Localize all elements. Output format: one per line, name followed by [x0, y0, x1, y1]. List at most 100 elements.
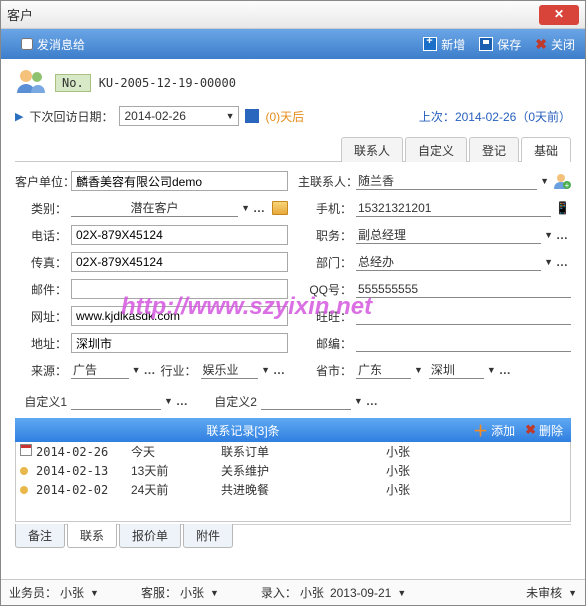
- industry-dd[interactable]: ▼: [261, 365, 270, 375]
- custom1-field[interactable]: [71, 392, 161, 410]
- tab-basic[interactable]: 基础: [521, 137, 571, 162]
- dot-icon: [20, 486, 28, 494]
- custom1-dd[interactable]: ▼: [164, 396, 173, 406]
- new-icon: [423, 37, 437, 51]
- row-rel: 13天前: [131, 462, 221, 479]
- save-date-icon[interactable]: [245, 109, 259, 123]
- custom2-field[interactable]: [261, 392, 351, 410]
- review-dd[interactable]: ▼: [568, 588, 577, 598]
- phone-icon[interactable]: [555, 201, 571, 215]
- review-seg: 未审核▼: [526, 584, 577, 601]
- custom2-dd[interactable]: ▼: [354, 396, 363, 406]
- new-button[interactable]: 新增: [423, 36, 465, 53]
- ww-field[interactable]: [356, 307, 571, 325]
- folder-icon[interactable]: [272, 201, 288, 215]
- close-button[interactable]: ✖关闭: [535, 36, 575, 53]
- company-label: 客户单位：: [15, 173, 71, 190]
- table-row[interactable]: 2014-02-0224天前共进晚餐小张: [16, 480, 570, 499]
- bottom-tabs: 备注 联系 报价单 附件: [15, 524, 571, 548]
- table-row[interactable]: 2014-02-1313天前关系维护小张: [16, 461, 570, 480]
- last-visit: 上次：2014-02-26（0天前）: [419, 108, 571, 125]
- title-dd[interactable]: ▼: [544, 230, 553, 240]
- category-more[interactable]: …: [250, 201, 268, 215]
- grid-del-button[interactable]: ✖删除: [525, 422, 563, 439]
- grid-add-button[interactable]: ＋添加: [473, 420, 515, 441]
- source-field[interactable]: 广告: [71, 361, 129, 379]
- main-contact-field[interactable]: 随兰香: [356, 172, 537, 190]
- industry-field[interactable]: 娱乐业: [201, 361, 259, 379]
- company-input[interactable]: [71, 171, 288, 191]
- btab-note[interactable]: 备注: [15, 524, 65, 548]
- row-date: 2014-02-02: [36, 483, 131, 497]
- mobile-field[interactable]: 15321321201: [356, 199, 551, 217]
- ww-label: 旺旺：: [298, 308, 356, 325]
- custom2-label: 自定义2: [191, 393, 261, 410]
- url-input[interactable]: [71, 306, 288, 326]
- fax-input[interactable]: [71, 252, 288, 272]
- tab-contact[interactable]: 联系人: [341, 137, 403, 162]
- status-bar: 业务员：小张▼ 客服：小张▼ 录入：小张 2013-09-21▼ 未审核▼: [1, 579, 585, 605]
- qq-label: QQ号：: [298, 281, 356, 298]
- prov-field[interactable]: 广东: [356, 361, 411, 379]
- window-close-button[interactable]: ✕: [539, 5, 579, 25]
- custom2-more[interactable]: …: [363, 394, 381, 408]
- title-more[interactable]: …: [553, 228, 571, 242]
- city-more[interactable]: …: [496, 363, 514, 377]
- industry-more[interactable]: …: [270, 363, 288, 377]
- mobile-label: 手机：: [298, 200, 356, 217]
- next-visit-date-input[interactable]: 2014-02-26▼: [119, 106, 239, 126]
- category-field[interactable]: 潜在客户: [71, 199, 238, 217]
- sales-dd[interactable]: ▼: [90, 588, 99, 598]
- row-date: 2014-02-13: [36, 464, 131, 478]
- arrow-icon: ▶: [15, 110, 23, 123]
- dept-dd[interactable]: ▼: [544, 257, 553, 267]
- send-message-label: 发消息给: [37, 36, 85, 53]
- phone-label: 电话：: [15, 227, 71, 244]
- qq-field[interactable]: 555555555: [356, 280, 571, 298]
- grid-body[interactable]: 2014-02-26今天联系订单小张2014-02-1313天前关系维护小张20…: [15, 442, 571, 522]
- send-message-checkbox[interactable]: 发消息给: [21, 36, 85, 53]
- source-label: 来源：: [15, 362, 71, 379]
- sales-seg: 业务员：小张▼: [9, 584, 99, 601]
- cs-dd[interactable]: ▼: [210, 588, 219, 598]
- row-rel: 24天前: [131, 481, 221, 498]
- title-label: 职务：: [298, 227, 356, 244]
- source-dd[interactable]: ▼: [132, 365, 141, 375]
- customer-icon: [15, 67, 47, 98]
- row-subject: 共进晚餐: [221, 481, 386, 498]
- custom1-more[interactable]: …: [173, 394, 191, 408]
- category-dropdown[interactable]: ▼: [241, 203, 250, 213]
- row-subject: 联系订单: [221, 443, 386, 460]
- phone-input[interactable]: [71, 225, 288, 245]
- entry-date: 2013-09-21▼: [330, 586, 406, 600]
- city-field[interactable]: 深圳: [429, 361, 484, 379]
- title-field[interactable]: 副总经理: [356, 226, 541, 244]
- close-icon: ✖: [535, 36, 547, 53]
- prov-dd[interactable]: ▼: [414, 365, 423, 375]
- btab-contact[interactable]: 联系: [67, 524, 117, 548]
- table-row[interactable]: 2014-02-26今天联系订单小张: [16, 442, 570, 461]
- right-column: 主联系人：随兰香▼+ 手机：15321321201 职务：副总经理▼… 部门：总…: [298, 170, 571, 386]
- addr-label: 地址：: [15, 335, 71, 352]
- days-after: (0)天后: [265, 108, 304, 125]
- entry-seg: 录入：小张: [261, 584, 324, 601]
- email-input[interactable]: [71, 279, 288, 299]
- add-contact-icon[interactable]: +: [553, 172, 571, 190]
- addr-input[interactable]: [71, 333, 288, 353]
- save-button[interactable]: 保存: [479, 36, 521, 53]
- zip-field[interactable]: [356, 334, 571, 352]
- svg-text:+: +: [565, 181, 570, 190]
- btab-quote[interactable]: 报价单: [119, 524, 181, 548]
- dept-more[interactable]: …: [553, 255, 571, 269]
- btab-attach[interactable]: 附件: [183, 524, 233, 548]
- city-dd[interactable]: ▼: [487, 365, 496, 375]
- main-contact-dd[interactable]: ▼: [540, 176, 549, 186]
- tab-custom[interactable]: 自定义: [405, 137, 467, 162]
- send-message-check[interactable]: [21, 38, 33, 50]
- dept-field[interactable]: 总经办: [356, 253, 541, 271]
- tab-register[interactable]: 登记: [469, 137, 519, 162]
- source-more[interactable]: …: [141, 363, 159, 377]
- prov-label: 省市：: [298, 362, 356, 379]
- entry-date-dd[interactable]: ▼: [397, 588, 406, 598]
- calendar-icon: [20, 444, 32, 456]
